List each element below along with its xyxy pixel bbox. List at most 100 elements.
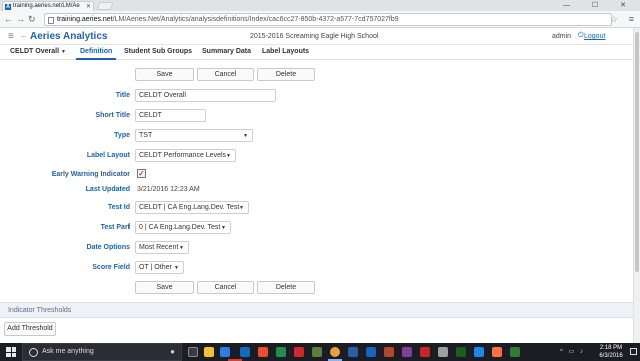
logout-link[interactable]: Logout [584, 33, 605, 40]
app-header: ≡ ← Aeries Analytics 2015-2016 Screaming… [0, 28, 640, 45]
type-select[interactable]: TST ▼ [135, 129, 253, 142]
test-part-select[interactable]: 0 | CA Eng.Lang.Dev. Test ▼ [135, 221, 231, 234]
aeries-favicon-icon: A [5, 4, 11, 10]
hamburger-menu-icon[interactable]: ≡ [8, 31, 14, 42]
cancel-button-bottom[interactable]: Cancel [197, 281, 254, 294]
short-title-input[interactable]: CELDT [135, 109, 206, 122]
cancel-button[interactable]: Cancel [197, 68, 254, 81]
chevron-down-icon: ▼ [221, 225, 226, 231]
taskbar-clock[interactable]: 2:18 PM 6/3/2016 [594, 344, 628, 360]
back-icon[interactable]: ← [4, 14, 13, 24]
tab-label-layouts[interactable]: Label Layouts [262, 48, 309, 55]
test-id-select[interactable]: CELDT | CA Eng.Lang.Dev. Test ▼ [135, 201, 249, 214]
powerpoint-icon[interactable] [384, 347, 394, 357]
chevron-down-icon: ▼ [174, 265, 179, 271]
test-part-value: 0 | CA Eng.Lang.Dev. Test [139, 224, 221, 231]
school-name: 2015-2016 Screaming Eagle High School [250, 33, 379, 40]
score-field-select[interactable]: OT | Other ▼ [135, 261, 184, 274]
active-tab-indicator [76, 58, 116, 60]
window-controls[interactable]: — ☐ ✕ [563, 1, 636, 9]
tab-summary-data[interactable]: Summary Data [202, 48, 251, 55]
tab-student-sub-groups[interactable]: Student Sub Groups [124, 48, 192, 55]
scrollbar-thumb[interactable] [635, 32, 639, 272]
chevron-down-icon: ▼ [179, 245, 184, 251]
url-input[interactable]: training.aeries.net/LM/Aeries.Net/Analyt… [44, 13, 612, 26]
date-options-label: Date Options [86, 244, 130, 251]
tab-title: training.aeries.net/LM/Ae [13, 3, 80, 9]
delete-button[interactable]: Delete [257, 68, 315, 81]
chrome-icon[interactable] [258, 347, 268, 357]
camtasia-icon[interactable] [510, 347, 520, 357]
date-options-select[interactable]: Most Recent ▼ [135, 241, 189, 254]
outlook-icon[interactable] [348, 347, 358, 357]
new-tab-button[interactable] [96, 2, 114, 10]
label-layout-select[interactable]: CELDT Performance Levels ▼ [135, 149, 236, 162]
title-input[interactable]: CELDT Overall [135, 89, 276, 102]
onenote-icon[interactable] [402, 347, 412, 357]
short-title-label: Short Title [95, 112, 130, 119]
chevron-down-icon: ▼ [239, 205, 244, 211]
title-label: Title [115, 92, 130, 99]
page-scrollbar[interactable] [633, 28, 640, 343]
logout-icon[interactable]: ⏻ [578, 32, 584, 40]
definition-select[interactable]: CELDT Overall ▼ [10, 48, 66, 55]
add-threshold-button[interactable]: Add Threshold [4, 322, 56, 336]
tab-definition[interactable]: Definition [80, 48, 112, 55]
bookmark-star-icon[interactable]: ☆ [610, 14, 618, 25]
save-button[interactable]: Save [135, 68, 194, 81]
app-icon-red[interactable] [294, 347, 304, 357]
dropbox-icon[interactable] [240, 347, 250, 357]
label-layout-value: CELDT Performance Levels [139, 152, 227, 159]
reload-icon[interactable]: ↻ [28, 14, 36, 25]
early-warning-label: Early Warning Indicator [51, 171, 130, 178]
last-updated-label: Last Updated [85, 186, 130, 193]
cortana-search-box[interactable]: Ask me anything ● [22, 343, 182, 361]
date-options-value: Most Recent [139, 244, 179, 251]
system-tray[interactable]: ^ ▭ ♪ [560, 348, 585, 355]
windows-taskbar: Ask me anything ● ^ ▭ ♪ 2:18 PM 6/3/2016 [0, 343, 640, 361]
save-button-bottom[interactable]: Save [135, 281, 194, 294]
definition-select-value: CELDT Overall [10, 48, 60, 55]
test-part-label: Test Part [100, 224, 130, 231]
windows-start-icon[interactable] [6, 347, 16, 357]
cortana-icon [29, 348, 38, 357]
close-tab-icon[interactable]: ✕ [86, 3, 91, 10]
chevron-down-icon: ▼ [226, 153, 231, 159]
text-cursor-icon: I [128, 222, 131, 231]
app-brand[interactable]: Aeries Analytics [30, 31, 107, 42]
excel-icon[interactable] [456, 347, 466, 357]
tab-strip: A training.aeries.net/LM/Ae ✕ — ☐ ✕ [0, 0, 640, 11]
app-icon-green[interactable] [276, 347, 286, 357]
last-updated-value: 3/21/2016 12:23 AM [137, 186, 200, 193]
score-field-label: Score Field [92, 264, 130, 271]
forward-icon[interactable]: → [16, 14, 25, 24]
word-icon[interactable] [366, 347, 376, 357]
page-icon [48, 17, 54, 24]
early-warning-checkbox[interactable]: ✓ [137, 169, 146, 178]
task-view-icon[interactable] [188, 347, 198, 357]
app-icon-orange[interactable] [492, 347, 502, 357]
edge-icon[interactable] [220, 347, 230, 357]
chevron-down-icon: ▼ [243, 133, 248, 139]
browser-window: A training.aeries.net/LM/Ae ✕ — ☐ ✕ ← → … [0, 0, 640, 343]
clock-time: 2:18 PM [599, 345, 623, 351]
app-icon-olive[interactable] [312, 347, 322, 357]
search-placeholder: Ask me anything [42, 348, 94, 355]
back-arrow-icon[interactable]: ← [20, 31, 28, 40]
url-host: training.aeries.net [57, 16, 113, 23]
browser-menu-icon[interactable]: ≡ [629, 14, 634, 24]
chrome-active-icon[interactable] [330, 347, 340, 357]
app-icon-grey[interactable] [438, 347, 448, 357]
delete-button-bottom[interactable]: Delete [257, 281, 315, 294]
file-explorer-icon[interactable] [204, 347, 214, 357]
notification-center-icon[interactable] [630, 348, 637, 355]
app-icon-blue[interactable] [474, 347, 484, 357]
user-name[interactable]: admin [552, 33, 571, 40]
browser-tab[interactable]: A training.aeries.net/LM/Ae ✕ [2, 1, 94, 11]
test-id-value: CELDT | CA Eng.Lang.Dev. Test [139, 204, 240, 211]
label-layout-label: Label Layout [86, 152, 130, 159]
app-icon-red-2[interactable] [420, 347, 430, 357]
sub-navigation: CELDT Overall ▼ Definition Student Sub G… [0, 45, 640, 60]
indicator-thresholds-header[interactable]: Indicator Thresholds [0, 302, 640, 318]
microphone-icon[interactable]: ● [170, 347, 175, 356]
